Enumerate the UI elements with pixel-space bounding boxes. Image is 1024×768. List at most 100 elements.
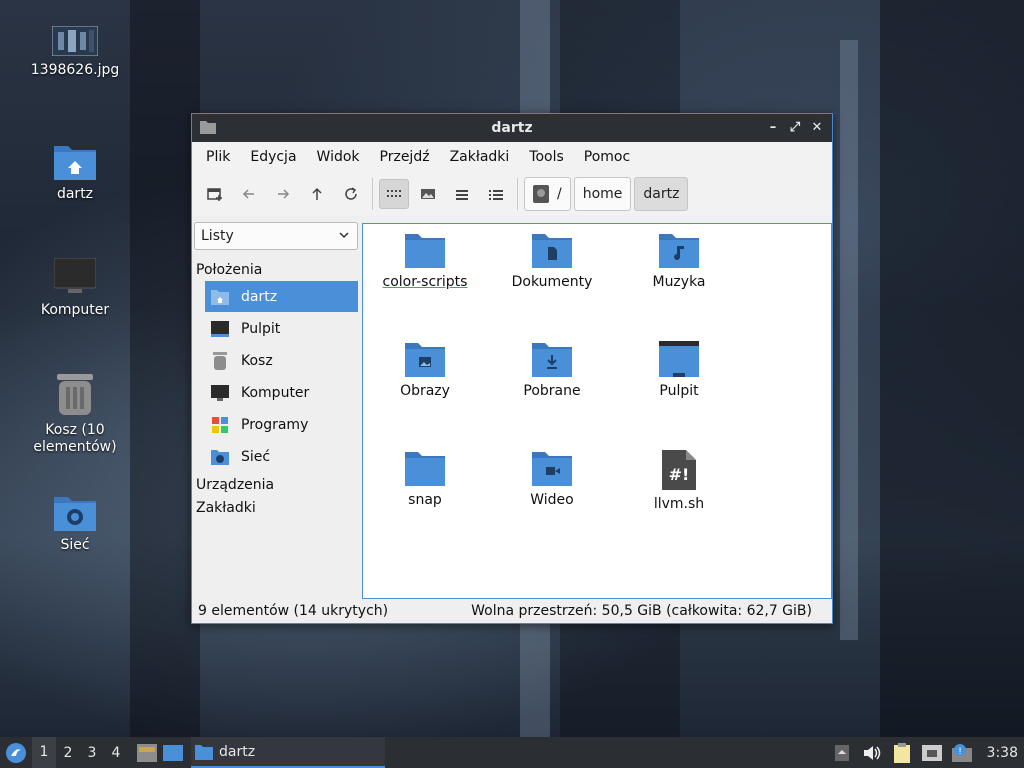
new-tab-icon xyxy=(207,188,222,201)
compact-view-button[interactable] xyxy=(447,179,477,209)
window-controls: – ⤢ ✕ xyxy=(764,118,826,138)
file-item[interactable]: Pobrane xyxy=(492,341,612,399)
reload-button[interactable] xyxy=(336,179,366,209)
up-button[interactable] xyxy=(302,179,332,209)
file-view[interactable]: color-scripts Dokumenty Muzyka Obrazy Po… xyxy=(362,223,832,599)
sidebar-item-label: Pulpit xyxy=(241,320,281,337)
file-name: Pobrane xyxy=(523,383,581,399)
file-item[interactable]: Pulpit xyxy=(619,341,739,399)
workspace-4[interactable]: 4 xyxy=(104,745,128,761)
sidebar-item-pulpit[interactable]: Pulpit xyxy=(205,313,358,344)
menu-view[interactable]: Widok xyxy=(307,149,370,165)
volume-button[interactable] xyxy=(860,742,884,764)
toolbar: / home dartz xyxy=(192,172,832,216)
menu-go[interactable]: Przejdź xyxy=(370,149,440,165)
grid-icon xyxy=(387,190,401,197)
side-panel: Listy Położenia dartz Pulpit Kosz Komput… xyxy=(192,218,360,599)
desktop-icon-label: 1398626.jpg xyxy=(30,62,120,78)
arrow-up-icon xyxy=(312,187,322,200)
drive-icon xyxy=(533,185,549,203)
file-name: llvm.sh xyxy=(653,496,705,512)
section-places[interactable]: Położenia xyxy=(196,262,262,278)
lubuntu-logo-icon xyxy=(6,742,26,763)
sidebar-item-programy[interactable]: Programy xyxy=(205,409,358,440)
desktop-icon xyxy=(211,320,229,337)
menu-file[interactable]: Plik xyxy=(196,149,240,165)
file-manager-icon xyxy=(137,743,157,762)
sidebar-item-dartz[interactable]: dartz xyxy=(205,281,358,312)
breadcrumb-home[interactable]: home xyxy=(573,177,632,211)
file-item[interactable]: #! llvm.sh xyxy=(619,450,739,512)
status-bar: 9 elementów (14 ukrytych) Wolna przestrz… xyxy=(192,599,832,623)
menu-bookmarks[interactable]: Zakładki xyxy=(440,149,520,165)
desktop-icon-computer[interactable]: Komputer xyxy=(20,258,130,319)
file-item[interactable]: Wideo xyxy=(492,450,612,508)
desktop-folder-icon xyxy=(659,341,699,377)
update-notification-icon: ! xyxy=(951,743,972,762)
desktop-icon-label: Sieć xyxy=(60,537,90,553)
svg-text:!: ! xyxy=(958,747,962,757)
desktop-icon-home[interactable]: dartz xyxy=(20,142,130,203)
quicklaunch-file-manager[interactable] xyxy=(134,737,160,768)
sidebar-item-kosz[interactable]: Kosz xyxy=(205,345,358,376)
section-devices[interactable]: Urządzenia xyxy=(196,477,274,493)
background-rack xyxy=(880,0,1024,737)
menu-tools[interactable]: Tools xyxy=(519,149,574,165)
breadcrumb-root[interactable]: / xyxy=(524,177,571,211)
applications-icon xyxy=(212,416,228,433)
thumbnail-view-button[interactable] xyxy=(413,179,443,209)
close-button[interactable]: ✕ xyxy=(808,118,826,138)
menu-help[interactable]: Pomoc xyxy=(574,149,640,165)
sidebar-item-label: Sieć xyxy=(241,448,271,465)
breadcrumb-dartz[interactable]: dartz xyxy=(634,177,689,211)
file-item[interactable]: Muzyka xyxy=(619,232,739,290)
menu-edit[interactable]: Edycja xyxy=(240,149,306,165)
task-button-dartz[interactable]: dartz xyxy=(191,737,385,768)
file-item[interactable]: color-scripts xyxy=(365,232,485,290)
back-button[interactable] xyxy=(234,179,264,209)
file-manager-window[interactable]: dartz – ⤢ ✕ Plik Edycja Widok Przejdź Za… xyxy=(191,113,833,624)
maximize-button[interactable]: ⤢ xyxy=(786,118,804,138)
folder-icon xyxy=(405,234,445,268)
window-titlebar[interactable]: dartz – ⤢ ✕ xyxy=(192,114,832,142)
section-bookmarks[interactable]: Zakładki xyxy=(196,500,256,516)
start-menu-button[interactable] xyxy=(0,737,32,768)
side-panel-mode-select[interactable]: Listy xyxy=(194,222,358,250)
clipboard-icon xyxy=(893,742,910,763)
minimize-button[interactable]: – xyxy=(764,118,782,138)
arrow-right-icon xyxy=(278,189,290,199)
desktop-icon-image[interactable]: 1398626.jpg xyxy=(20,26,130,79)
clock[interactable]: 3:38 xyxy=(977,745,1024,761)
icon-view-button[interactable] xyxy=(379,179,409,209)
detailed-list-view-button[interactable] xyxy=(481,179,511,209)
computer-icon xyxy=(211,384,229,401)
task-label: dartz xyxy=(219,743,256,760)
background-rack xyxy=(130,0,200,737)
side-panel-mode-value: Listy xyxy=(201,228,234,244)
status-free-space: Wolna przestrzeń: 50,5 GiB (całkowita: 6… xyxy=(471,603,812,619)
file-item[interactable]: snap xyxy=(365,450,485,508)
updates-button[interactable]: ! xyxy=(950,742,974,764)
sidebar-item-komputer[interactable]: Komputer xyxy=(205,377,358,408)
network-button[interactable] xyxy=(920,742,944,764)
pictures-folder-icon xyxy=(405,343,445,377)
new-tab-button[interactable] xyxy=(200,179,230,209)
folder-icon xyxy=(195,744,213,760)
workspace-3[interactable]: 3 xyxy=(80,745,104,761)
workspace-1[interactable]: 1 xyxy=(32,737,56,768)
menu-bar: Plik Edycja Widok Przejdź Zakładki Tools… xyxy=(192,142,832,172)
clipboard-button[interactable] xyxy=(890,742,914,764)
desktop-icon-network[interactable]: Sieć xyxy=(20,493,130,554)
file-item[interactable]: Dokumenty xyxy=(492,232,612,290)
sidebar-item-siec[interactable]: Sieć xyxy=(205,441,358,472)
network-wired-icon xyxy=(921,744,942,761)
desktop-icon-label: Komputer xyxy=(40,302,110,318)
workspace-2[interactable]: 2 xyxy=(56,745,80,761)
toolbar-separator xyxy=(517,178,518,210)
show-desktop-button[interactable] xyxy=(160,737,186,768)
desktop-icon-trash[interactable]: Kosz (10 elementów) xyxy=(20,374,130,456)
documents-folder-icon xyxy=(532,234,572,268)
forward-button[interactable] xyxy=(268,179,298,209)
tray-up-arrow[interactable] xyxy=(830,742,854,764)
file-item[interactable]: Obrazy xyxy=(365,341,485,399)
